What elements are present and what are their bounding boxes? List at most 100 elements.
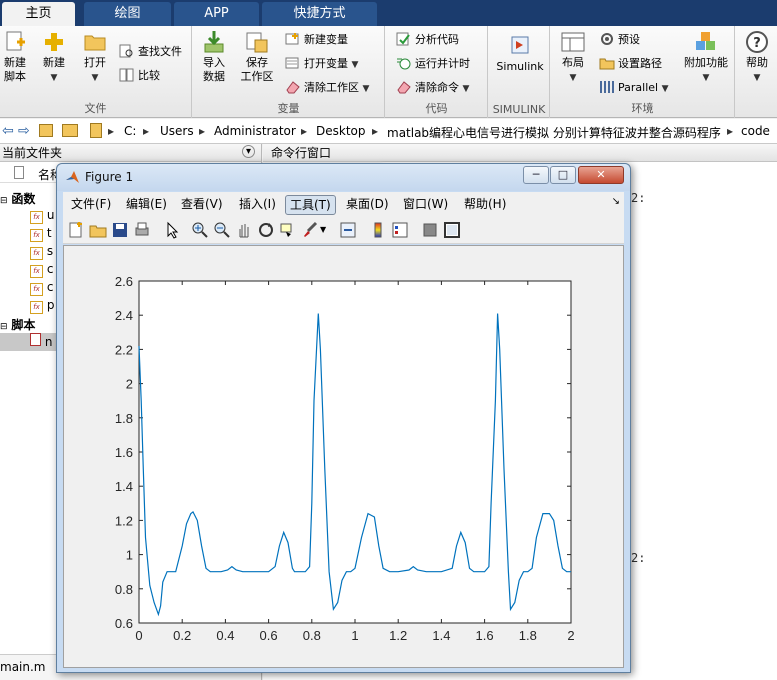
menu-file[interactable]: 文件(F)	[67, 195, 115, 215]
show-plot-tools-icon[interactable]	[443, 221, 461, 239]
new-figure-icon[interactable]	[67, 221, 85, 239]
close-button[interactable]: ✕	[578, 166, 624, 184]
y-tick-label: 0.8	[115, 582, 133, 597]
file-name: t	[46, 226, 52, 240]
browse-folder-icon[interactable]	[62, 124, 78, 137]
list-item[interactable]: fx t	[30, 226, 52, 242]
x-tick-label: 1.6	[476, 628, 494, 643]
import-data-button[interactable]: 导入 数据	[199, 30, 229, 84]
path-separator-icon: ▸	[372, 124, 379, 138]
run-and-time-button[interactable]: 运行并计时	[396, 54, 470, 74]
maximize-button[interactable]: □	[550, 166, 576, 184]
compare-button[interactable]: 比较	[119, 66, 160, 86]
dock-arrow-icon[interactable]: ↘	[612, 196, 620, 207]
link-plot-icon[interactable]	[339, 221, 357, 239]
open-variable-button[interactable]: 打开变量 ▼	[285, 54, 358, 74]
crumb-code[interactable]: code	[741, 124, 770, 138]
panel-menu-icon[interactable]: ▾	[242, 145, 255, 158]
y-tick-label: 1.6	[115, 445, 133, 460]
open-button[interactable]: 打开 ▼	[78, 30, 112, 85]
crumb-drive[interactable]: C:	[124, 124, 136, 138]
print-icon[interactable]	[133, 221, 151, 239]
legend-icon[interactable]	[391, 221, 409, 239]
list-item[interactable]: fx p	[30, 298, 54, 314]
collapse-icon[interactable]: ⊟	[0, 322, 8, 332]
back-arrow-icon[interactable]: ⇦	[2, 123, 14, 139]
set-path-button[interactable]: 设置路径	[599, 54, 662, 74]
clear-workspace-button[interactable]: 清除工作区 ▼	[285, 78, 369, 98]
preferences-button[interactable]: 预设	[599, 30, 640, 50]
rotate-3d-icon[interactable]	[257, 221, 275, 239]
new-button[interactable]: 新建 ▼	[36, 30, 72, 85]
parallel-button[interactable]: Parallel ▼	[599, 78, 669, 98]
menu-insert[interactable]: 插入(I)	[235, 195, 280, 215]
variable-section-title: 变量	[277, 102, 300, 115]
list-item[interactable]: fx u	[30, 208, 54, 224]
hide-plot-tools-icon[interactable]	[421, 221, 439, 239]
ribbon-tab-bar: 主页 绘图 APP 快捷方式	[0, 0, 777, 26]
crumb-project-folder[interactable]: matlab编程心电信号进行模拟 分别计算特征波并整合源码程序	[387, 124, 721, 141]
new-script-button[interactable]: 新建 脚本	[0, 30, 30, 84]
zoom-out-icon[interactable]	[213, 221, 231, 239]
menu-edit[interactable]: 编辑(E)	[122, 195, 171, 215]
simulink-button[interactable]: Simulink	[492, 34, 548, 74]
save-icon[interactable]	[111, 221, 129, 239]
eraser-icon	[286, 81, 300, 94]
crumb-desktop[interactable]: Desktop	[316, 124, 366, 138]
menu-tools[interactable]: 工具(T)	[285, 195, 336, 215]
menu-window[interactable]: 窗口(W)	[399, 195, 452, 215]
menu-desktop[interactable]: 桌面(D)	[342, 195, 393, 215]
ecg-plot[interactable]: 0 0.2 0.4 0.6 0.8 1 1.2 1.4 1.6 1.8 2 0.6 0.8 1 1.2 1.4…	[64, 246, 623, 667]
path-separator-icon: ▸	[727, 124, 734, 138]
crumb-users[interactable]: Users	[160, 124, 194, 138]
list-item[interactable]: fx s	[30, 244, 53, 260]
tab-home[interactable]: 主页	[2, 2, 75, 26]
zoom-in-icon[interactable]	[191, 221, 209, 239]
tab-shortcuts[interactable]: 快捷方式	[262, 2, 377, 26]
clear-commands-button[interactable]: 清除命令 ▼	[396, 78, 469, 98]
figure-canvas[interactable]: 0 0.2 0.4 0.6 0.8 1 1.2 1.4 1.6 1.8 2 0.6 0.8 1 1.2 1.4…	[63, 245, 624, 668]
new-variable-icon	[285, 33, 299, 45]
colorbar-icon[interactable]	[369, 221, 387, 239]
menu-help[interactable]: 帮助(H)	[460, 195, 510, 215]
figure-titlebar[interactable]: Figure 1 ─ □ ✕	[57, 164, 630, 191]
collapse-icon[interactable]: ⊟	[0, 196, 8, 206]
tab-plots[interactable]: 绘图	[84, 2, 171, 26]
scripts-group-label: 脚本	[11, 318, 36, 332]
menu-view[interactable]: 查看(V)	[177, 195, 227, 215]
x-tick-label: 0.4	[216, 628, 234, 643]
find-files-button[interactable]: 查找文件	[119, 42, 182, 62]
open-file-icon[interactable]	[89, 221, 107, 239]
matlab-logo-icon	[66, 171, 79, 183]
pan-hand-icon[interactable]	[235, 221, 253, 239]
new-label: 新建	[43, 56, 65, 69]
list-item[interactable]: fx c	[30, 262, 53, 278]
new-dropdown-arrow-icon: ▼	[50, 73, 58, 83]
addons-button[interactable]: 附加功能 ▼	[679, 30, 733, 85]
edit-plot-arrow-icon[interactable]	[163, 221, 181, 239]
clear-commands-arrow-icon: ▼	[462, 84, 470, 94]
minimize-button[interactable]: ─	[523, 166, 549, 184]
environment-section-title: 环境	[631, 102, 654, 115]
file-name: c	[46, 262, 54, 276]
y-tick-label: 0.6	[115, 616, 133, 631]
compare-icon	[119, 68, 134, 82]
tab-apps[interactable]: APP	[174, 2, 259, 26]
data-cursor-icon[interactable]	[279, 221, 297, 239]
layout-button[interactable]: 布局 ▼	[557, 30, 589, 85]
functions-group[interactable]: ⊟ 函数	[0, 190, 35, 207]
up-folder-icon[interactable]	[39, 124, 53, 137]
crumb-administrator[interactable]: Administrator	[214, 124, 296, 138]
analyze-code-button[interactable]: 分析代码	[396, 30, 459, 50]
brush-icon[interactable]	[301, 221, 319, 239]
x-tick-label: 0.6	[260, 628, 278, 643]
save-workspace-button[interactable]: 保存 工作区	[237, 30, 277, 84]
new-variable-button[interactable]: 新建变量	[285, 30, 348, 50]
list-item[interactable]: fx c	[30, 280, 53, 296]
forward-arrow-icon[interactable]: ⇨	[18, 123, 30, 139]
help-button[interactable]: ? 帮助 ▼	[738, 30, 776, 85]
brush-dropdown-icon[interactable]: ▼	[320, 225, 326, 234]
figure-window[interactable]: Figure 1 ─ □ ✕ 文件(F) 编辑(E) 查看(V) 插入(I) 工…	[56, 163, 631, 673]
command-output-fragment: 2:	[631, 191, 646, 205]
scripts-group[interactable]: ⊟ 脚本	[0, 316, 35, 333]
